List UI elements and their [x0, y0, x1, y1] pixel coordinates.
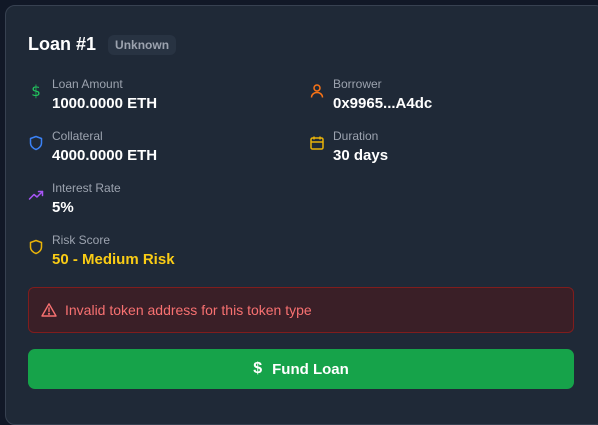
shield-icon [28, 135, 44, 151]
loan-header: Loan #1 Unknown [28, 34, 177, 55]
duration-value: 30 days [333, 147, 389, 164]
error-alert: Invalid token address for this token typ… [28, 287, 574, 333]
field-collateral: Collateral 4000.0000 ETH [28, 129, 157, 166]
user-icon [309, 83, 325, 99]
field-interest-rate: Interest Rate 5% [28, 181, 121, 218]
fund-loan-button[interactable]: $ Fund Loan [28, 349, 574, 389]
field-borrower: Borrower 0x9965...A4dc [309, 77, 432, 114]
risk-score-value: 50 - Medium Risk [52, 251, 175, 268]
svg-text:$: $ [31, 83, 41, 99]
fund-loan-label: Fund Loan [272, 360, 349, 378]
collateral-label: Collateral [52, 129, 103, 143]
shield-icon [28, 239, 44, 255]
loan-card: Loan #1 Unknown $ Loan Amount 1000.0000 … [5, 5, 598, 425]
interest-rate-value: 5% [52, 199, 74, 216]
borrower-label: Borrower [333, 77, 382, 91]
interest-rate-label: Interest Rate [52, 181, 121, 195]
dollar-icon: $ [28, 83, 44, 99]
borrower-value: 0x9965...A4dc [333, 95, 433, 112]
loan-amount-value: 1000.0000 ETH [52, 95, 158, 112]
field-loan-amount: $ Loan Amount 1000.0000 ETH [28, 77, 157, 114]
dollar-icon: $ [253, 360, 263, 377]
trending-up-icon [28, 187, 44, 203]
loan-title: Loan #1 [28, 34, 97, 54]
calendar-icon [309, 135, 325, 151]
duration-label: Duration [333, 129, 379, 143]
warning-triangle-icon [41, 302, 57, 318]
collateral-value: 4000.0000 ETH [52, 147, 158, 164]
field-risk-score: Risk Score 50 - Medium Risk [28, 233, 175, 270]
loan-amount-label: Loan Amount [52, 77, 123, 91]
risk-score-label: Risk Score [52, 233, 111, 247]
status-badge: Unknown [108, 34, 177, 55]
error-alert-message: Invalid token address for this token typ… [65, 302, 312, 318]
field-duration: Duration 30 days [309, 129, 388, 166]
